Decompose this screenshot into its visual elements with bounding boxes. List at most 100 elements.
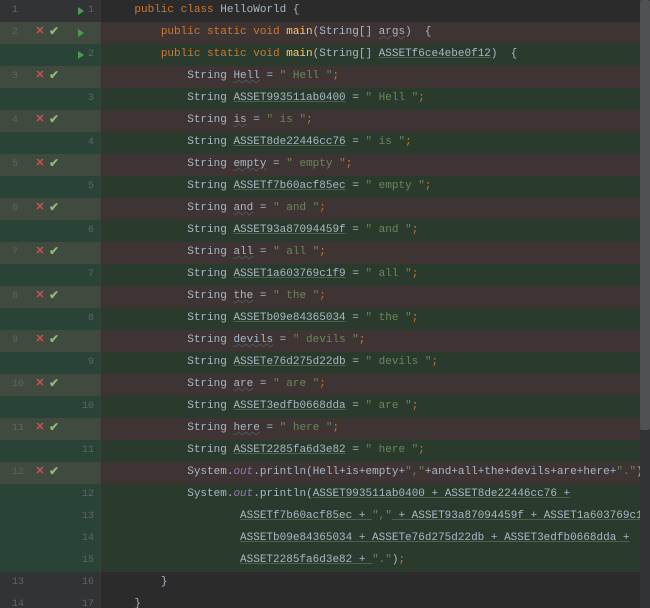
gutter[interactable]: 12✕✔	[0, 462, 100, 484]
code-line[interactable]: public class HelloWorld {	[100, 0, 650, 22]
code-line[interactable]: String Hell = " Hell ";	[100, 66, 650, 88]
code-row[interactable]: 8 String ASSETb09e84365034 = " the ";	[0, 308, 650, 330]
scrollbar-thumb[interactable]	[640, 0, 650, 430]
gutter[interactable]: 13	[0, 506, 100, 528]
gutter[interactable]: 15	[0, 550, 100, 572]
code-row[interactable]: 15 ASSET2285fa6d3e82 + ".");	[0, 550, 650, 572]
code-row[interactable]: 5✕✔ String empty = " empty ";	[0, 154, 650, 176]
gutter[interactable]: 10	[0, 396, 100, 418]
code-row[interactable]: 7 String ASSET1a603769c1f9 = " all ";	[0, 264, 650, 286]
code-line[interactable]: ASSETb09e84365034 + ASSETe76d275d22db + …	[100, 528, 650, 550]
code-row[interactable]: 3✕✔ String Hell = " Hell ";	[0, 66, 650, 88]
gutter[interactable]: 11	[0, 0, 100, 22]
code-row[interactable]: 2✕✔ public static void main(String[] arg…	[0, 22, 650, 44]
gutter[interactable]: 2	[0, 44, 100, 66]
gutter[interactable]: 10✕✔	[0, 374, 100, 396]
code-row[interactable]: 11✕✔ String here = " here ";	[0, 418, 650, 440]
code-row[interactable]: 9 String ASSETe76d275d22db = " devils ";	[0, 352, 650, 374]
gutter[interactable]: 11	[0, 440, 100, 462]
code-line[interactable]: ASSETf7b60acf85ec + "," + ASSET93a870944…	[100, 506, 650, 528]
code-row[interactable]: 12 System.out.println(ASSET993511ab0400 …	[0, 484, 650, 506]
gutter[interactable]: 14	[0, 528, 100, 550]
code-row[interactable]: 13 ASSETf7b60acf85ec + "," + ASSET93a870…	[0, 506, 650, 528]
diff-editor[interactable]: 11 public class HelloWorld {2✕✔ public s…	[0, 0, 650, 608]
run-icon[interactable]	[78, 7, 84, 15]
code-line[interactable]: String devils = " devils ";	[100, 330, 650, 352]
code-row[interactable]: 10 String ASSET3edfb0668dda = " are ";	[0, 396, 650, 418]
code-row[interactable]: 12✕✔ System.out.println(Hell+is+empty+",…	[0, 462, 650, 484]
code-row[interactable]: 2 public static void main(String[] ASSET…	[0, 44, 650, 66]
code-line[interactable]: String ASSET993511ab0400 = " Hell ";	[100, 88, 650, 110]
code-line[interactable]: System.out.println(ASSET993511ab0400 + A…	[100, 484, 650, 506]
code-line[interactable]: String ASSET3edfb0668dda = " are ";	[100, 396, 650, 418]
reject-icon[interactable]: ✕	[34, 69, 46, 85]
code-line[interactable]: String ASSET93a87094459f = " and ";	[100, 220, 650, 242]
code-line[interactable]: String empty = " empty ";	[100, 154, 650, 176]
gutter[interactable]: 8	[0, 308, 100, 330]
reject-icon[interactable]: ✕	[34, 157, 46, 173]
reject-icon[interactable]: ✕	[34, 465, 46, 481]
gutter[interactable]: 9	[0, 352, 100, 374]
accept-icon[interactable]: ✔	[48, 376, 60, 393]
gutter[interactable]: 8✕✔	[0, 286, 100, 308]
code-line[interactable]: ASSET2285fa6d3e82 + ".");	[100, 550, 650, 572]
gutter[interactable]: 4✕✔	[0, 110, 100, 132]
accept-icon[interactable]: ✔	[48, 200, 60, 217]
code-row[interactable]: 11 public class HelloWorld {	[0, 0, 650, 22]
gutter[interactable]: 3✕✔	[0, 66, 100, 88]
gutter[interactable]: 12	[0, 484, 100, 506]
code-row[interactable]: 4 String ASSET8de22446cc76 = " is ";	[0, 132, 650, 154]
code-row[interactable]: 1417 }	[0, 594, 650, 608]
gutter[interactable]: 7	[0, 264, 100, 286]
code-row[interactable]: 8✕✔ String the = " the ";	[0, 286, 650, 308]
code-line[interactable]: String are = " are ";	[100, 374, 650, 396]
code-row[interactable]: 6✕✔ String and = " and ";	[0, 198, 650, 220]
reject-icon[interactable]: ✕	[34, 333, 46, 349]
gutter[interactable]: 9✕✔	[0, 330, 100, 352]
reject-icon[interactable]: ✕	[34, 25, 46, 41]
gutter[interactable]: 6✕✔	[0, 198, 100, 220]
code-row[interactable]: 7✕✔ String all = " all ";	[0, 242, 650, 264]
gutter[interactable]: 6	[0, 220, 100, 242]
gutter[interactable]: 7✕✔	[0, 242, 100, 264]
code-line[interactable]: String the = " the ";	[100, 286, 650, 308]
code-row[interactable]: 9✕✔ String devils = " devils ";	[0, 330, 650, 352]
gutter[interactable]: 1417	[0, 594, 100, 608]
code-line[interactable]: String here = " here ";	[100, 418, 650, 440]
code-row[interactable]: 14 ASSETb09e84365034 + ASSETe76d275d22db…	[0, 528, 650, 550]
accept-icon[interactable]: ✔	[48, 156, 60, 173]
accept-icon[interactable]: ✔	[48, 288, 60, 305]
accept-icon[interactable]: ✔	[48, 244, 60, 261]
reject-icon[interactable]: ✕	[34, 421, 46, 437]
code-row[interactable]: 11 String ASSET2285fa6d3e82 = " here ";	[0, 440, 650, 462]
reject-icon[interactable]: ✕	[34, 377, 46, 393]
reject-icon[interactable]: ✕	[34, 113, 46, 129]
gutter[interactable]: 11✕✔	[0, 418, 100, 440]
code-row[interactable]: 5 String ASSETf7b60acf85ec = " empty ";	[0, 176, 650, 198]
accept-icon[interactable]: ✔	[48, 24, 60, 41]
code-row[interactable]: 1316 }	[0, 572, 650, 594]
reject-icon[interactable]: ✕	[34, 201, 46, 217]
code-line[interactable]: String ASSET1a603769c1f9 = " all ";	[100, 264, 650, 286]
gutter[interactable]: 5	[0, 176, 100, 198]
run-icon[interactable]	[78, 51, 84, 59]
gutter[interactable]: 5✕✔	[0, 154, 100, 176]
accept-icon[interactable]: ✔	[48, 464, 60, 481]
code-line[interactable]: String ASSETb09e84365034 = " the ";	[100, 308, 650, 330]
code-row[interactable]: 10✕✔ String are = " are ";	[0, 374, 650, 396]
gutter[interactable]: 1316	[0, 572, 100, 594]
accept-icon[interactable]: ✔	[48, 332, 60, 349]
scrollbar-track[interactable]	[640, 0, 650, 608]
code-line[interactable]: public static void main(String[] args) {	[100, 22, 650, 44]
run-icon[interactable]	[78, 29, 84, 37]
code-line[interactable]: String ASSET2285fa6d3e82 = " here ";	[100, 440, 650, 462]
accept-icon[interactable]: ✔	[48, 112, 60, 129]
code-line[interactable]: String is = " is ";	[100, 110, 650, 132]
reject-icon[interactable]: ✕	[34, 245, 46, 261]
accept-icon[interactable]: ✔	[48, 420, 60, 437]
code-line[interactable]: String ASSETf7b60acf85ec = " empty ";	[100, 176, 650, 198]
accept-icon[interactable]: ✔	[48, 68, 60, 85]
gutter[interactable]: 2✕✔	[0, 22, 100, 44]
code-row[interactable]: 4✕✔ String is = " is ";	[0, 110, 650, 132]
gutter[interactable]: 3	[0, 88, 100, 110]
